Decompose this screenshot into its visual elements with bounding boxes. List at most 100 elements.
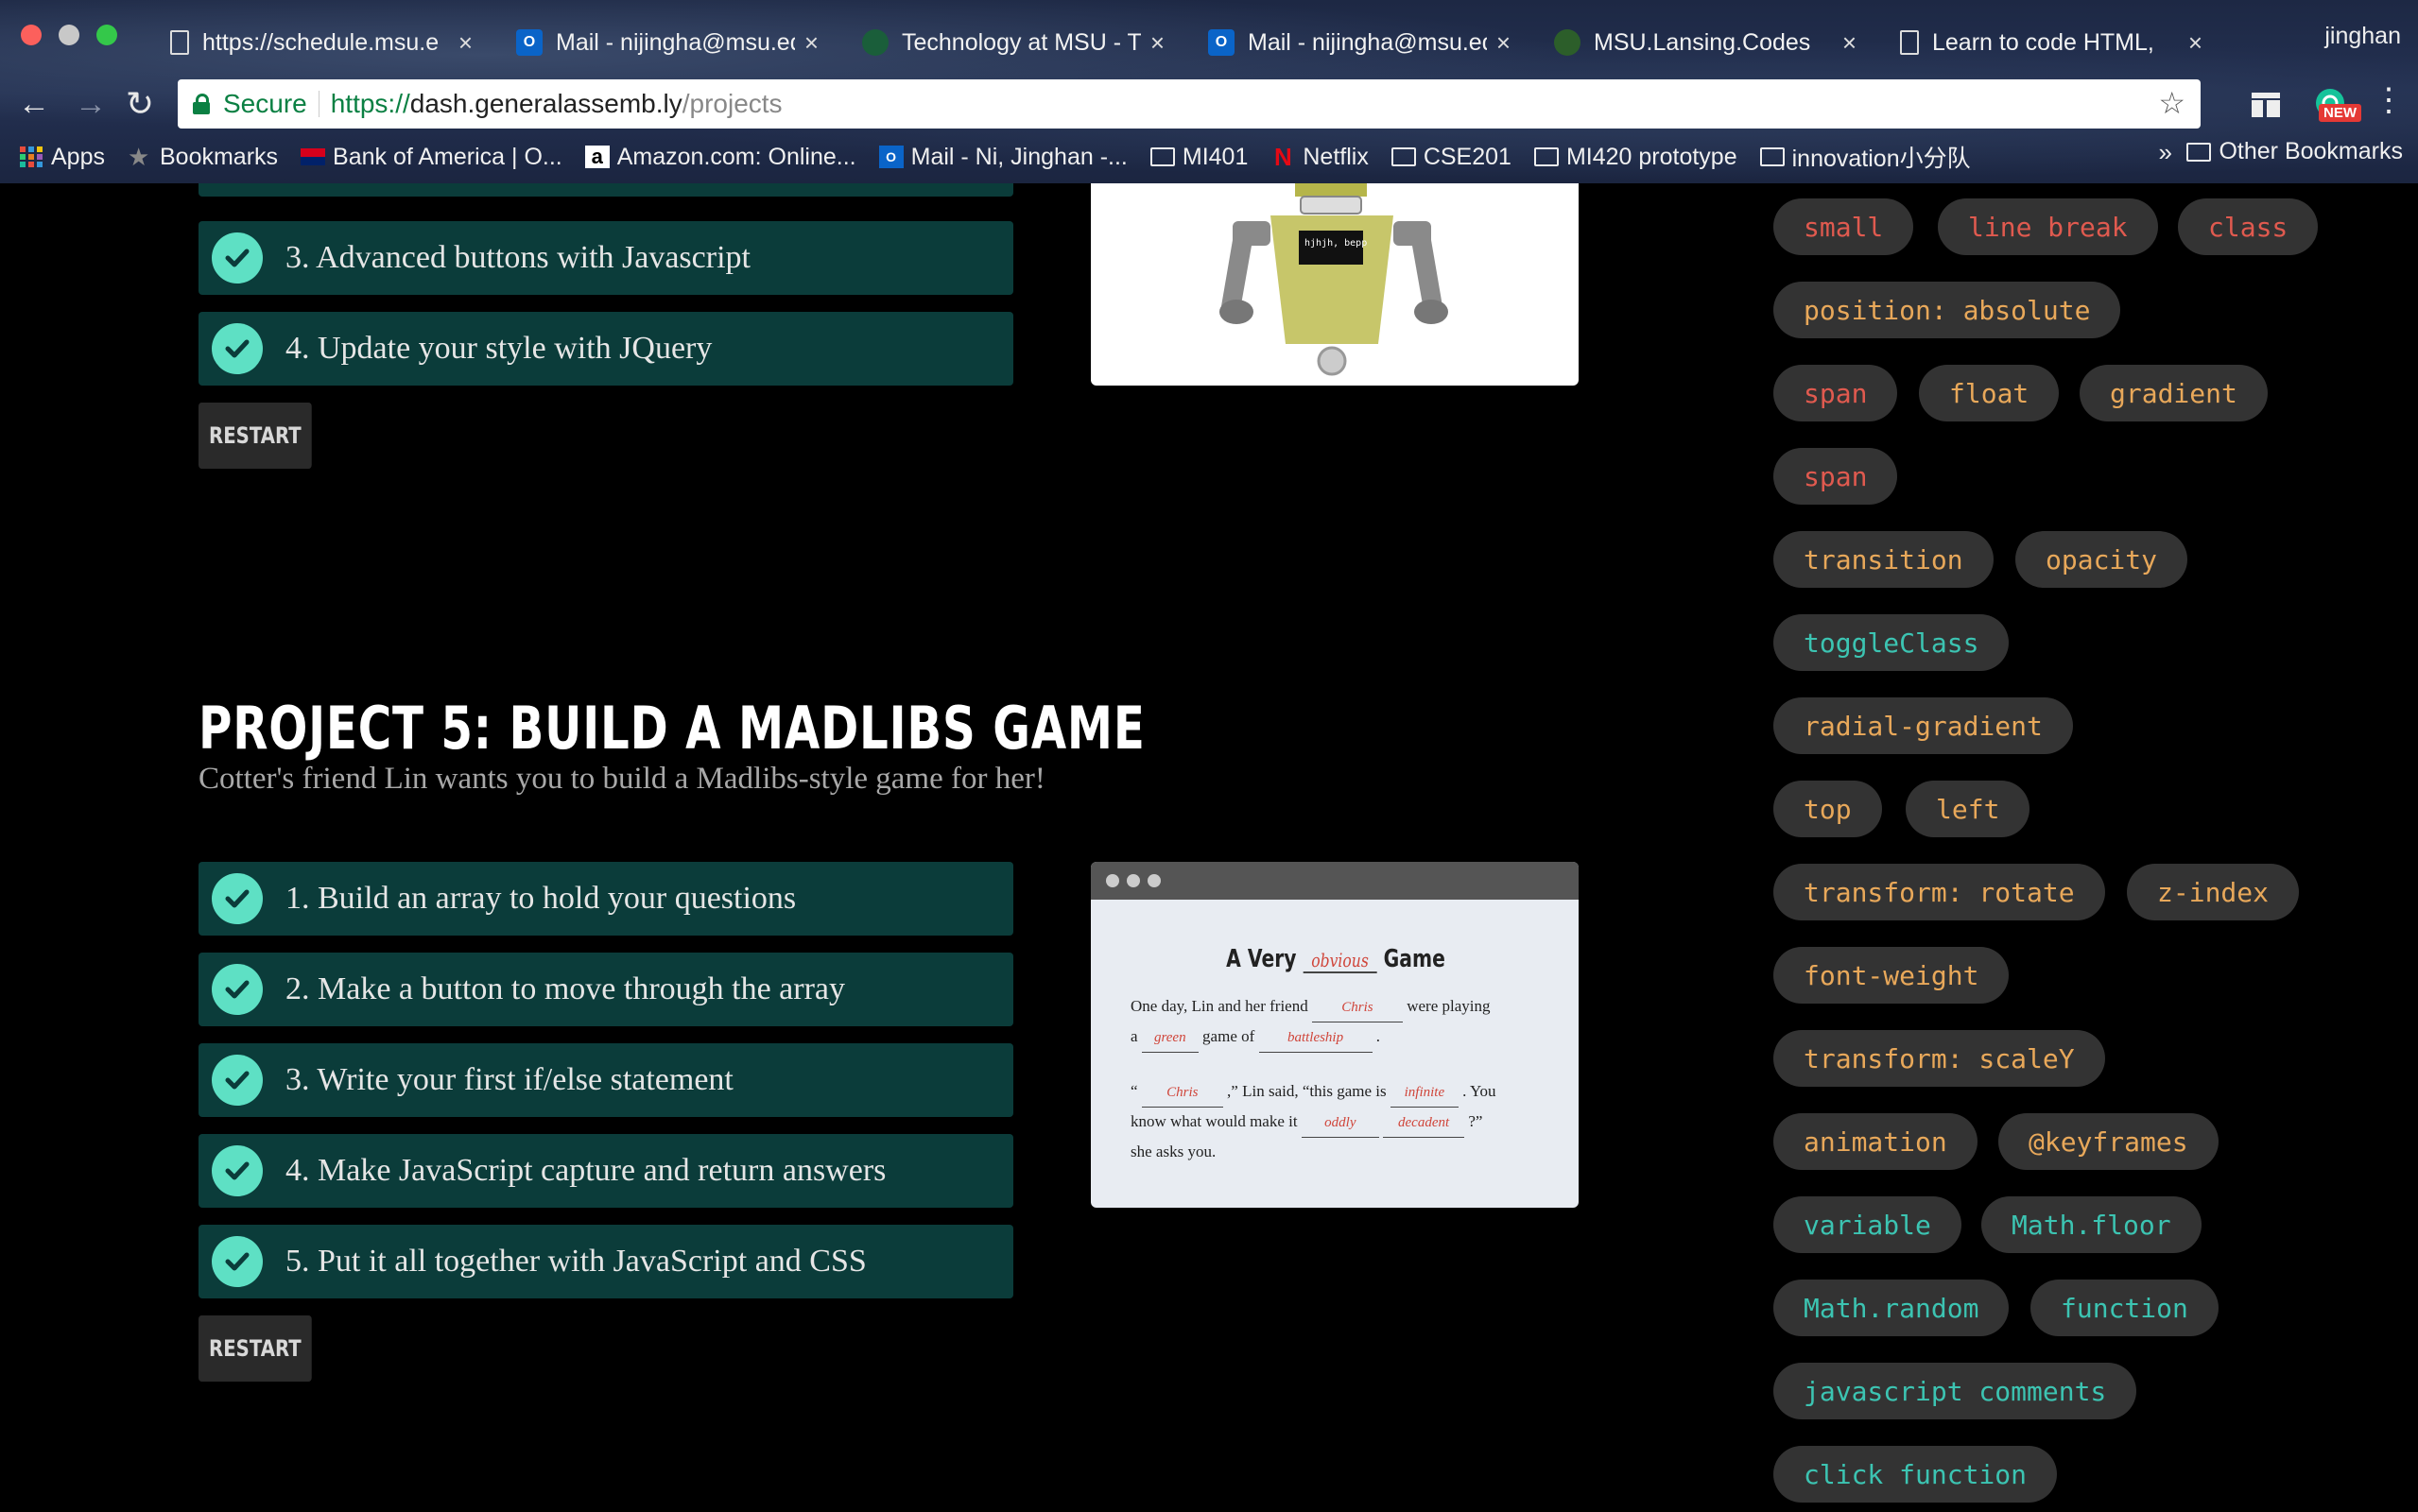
checkmark-icon [212, 1055, 263, 1106]
restart-button[interactable]: RESTART [199, 403, 312, 469]
back-arrow-icon[interactable]: ← [15, 85, 53, 123]
concept-tag[interactable]: opacity [2015, 531, 2188, 588]
concept-tag[interactable]: transform: rotate [1773, 864, 2105, 920]
concept-tag[interactable]: transform: scaleY [1773, 1030, 2105, 1087]
profile-name[interactable]: jinghan [2324, 23, 2401, 50]
browser-tab[interactable]: O Mail - nijingha@msu.ed × [1189, 13, 1529, 72]
tab-title: Technology at MSU - T [902, 28, 1141, 56]
apps-grid-icon [19, 146, 43, 168]
madlibs-blank: green [1141, 1023, 1199, 1053]
reload-icon[interactable]: ↻ [121, 85, 159, 123]
concept-tag[interactable]: transition [1773, 531, 1994, 588]
concept-tag[interactable]: top [1773, 781, 1882, 837]
bookmark-label: Bank of America | O... [333, 143, 562, 170]
concept-tag[interactable]: gradient [2080, 365, 2268, 421]
checkmark-icon [212, 1236, 263, 1287]
concept-tag[interactable]: span [1773, 448, 1898, 505]
task-item-completed[interactable]: 3. Advanced buttons with Javascript [199, 221, 1013, 295]
bookmark-folder-cse201[interactable]: CSE201 [1390, 144, 1511, 171]
story-text: know what would make it [1131, 1112, 1298, 1130]
story-text: she asks you. [1131, 1143, 1217, 1160]
url-scheme: https:// [330, 89, 410, 118]
bookmark-amazon[interactable]: a Amazon.com: Online... [584, 143, 856, 171]
concept-tag[interactable]: line break [1938, 198, 2158, 255]
browser-tab[interactable]: https://schedule.msu.e × [151, 13, 492, 72]
bookmark-netflix[interactable]: N Netflix [1270, 144, 1369, 171]
concept-tag[interactable]: @keyframes [1998, 1113, 2219, 1170]
close-window-button[interactable] [21, 25, 42, 45]
bookmark-folder-mi420[interactable]: MI420 prototype [1533, 144, 1737, 171]
task-item-completed[interactable]: 2. Make a button to move through the arr… [199, 953, 1013, 1026]
madlibs-line: “ Chris ,” Lin said, “this game is infin… [1131, 1077, 1541, 1108]
madlibs-line: know what would make it oddly decadent ?… [1131, 1108, 1541, 1138]
url-host: dash.generalassemb.ly [409, 89, 682, 118]
concept-tag[interactable]: z-index [2127, 864, 2300, 920]
bookmark-star-icon[interactable]: ☆ [2158, 85, 2185, 121]
browser-tab[interactable]: Learn to code HTML, × [1881, 13, 2221, 72]
task-item-completed[interactable]: 4. Make JavaScript capture and return an… [199, 1134, 1013, 1208]
address-bar[interactable]: Secure https:// dash.generalassemb.ly /p… [178, 79, 2201, 129]
tab-close-icon[interactable]: × [1842, 28, 1857, 58]
task-item-completed[interactable]: 1. Build an array to hold your questions [199, 862, 1013, 936]
concept-tag[interactable]: small [1773, 198, 1914, 255]
concept-tag[interactable]: toggleClass [1773, 614, 2010, 671]
project-5-preview-image: A Very obvious Game One day, Lin and her… [1091, 862, 1579, 1208]
concept-tag[interactable]: radial-gradient [1773, 697, 2073, 754]
tab-close-icon[interactable]: × [1150, 28, 1165, 58]
bookmark-label: MI401 [1182, 143, 1249, 170]
concept-tag[interactable]: javascript comments [1773, 1363, 2137, 1419]
maximize-window-button[interactable] [96, 25, 117, 45]
concept-tag[interactable]: float [1919, 365, 2060, 421]
concept-tag[interactable]: font-weight [1773, 947, 2010, 1004]
task-item-completed[interactable]: 3. Write your first if/else statement [199, 1043, 1013, 1117]
tab-close-icon[interactable]: × [1496, 28, 1511, 58]
chrome-menu-icon[interactable]: ⋮ [2373, 81, 2405, 119]
minimize-window-button[interactable] [59, 25, 79, 45]
tab-title: MSU.Lansing.Codes [1594, 28, 1811, 56]
tab-title: https://schedule.msu.e [202, 28, 440, 56]
task-item-completed[interactable]: 4. Update your style with JQuery [199, 312, 1013, 386]
reader-extension-icon[interactable] [2248, 87, 2284, 123]
concept-tag[interactable]: Math.random [1773, 1280, 2010, 1336]
bookmark-bank-of-america[interactable]: Bank of America | O... [301, 144, 562, 171]
task-item-completed[interactable]: 5. Put it all together with JavaScript a… [199, 1225, 1013, 1298]
bofa-icon [301, 148, 326, 165]
concept-tag[interactable]: function [2030, 1280, 2219, 1336]
forward-arrow-icon[interactable]: → [72, 85, 110, 123]
concept-tag[interactable]: left [1906, 781, 2030, 837]
tab-close-icon[interactable]: × [458, 28, 473, 58]
browser-tab-active[interactable]: MSU.Lansing.Codes × [1535, 13, 1875, 72]
madlibs-line: a green game of battleship . [1131, 1022, 1541, 1053]
concept-tag[interactable]: Math.floor [1981, 1196, 2202, 1253]
concept-tag[interactable]: class [2178, 198, 2319, 255]
folder-icon [1533, 147, 1559, 166]
bookmark-bookmarks[interactable]: ★ Bookmarks [128, 144, 278, 171]
outlook-icon: O [878, 146, 904, 168]
bookmark-folder-mi401[interactable]: MI401 [1149, 143, 1249, 171]
concept-tag[interactable]: span [1773, 365, 1898, 421]
browser-tab[interactable]: O Mail - nijingha@msu.ed × [497, 13, 838, 72]
bookmark-label: Amazon.com: Online... [616, 143, 856, 170]
madlibs-heading: A Very obvious Game [1176, 945, 1496, 973]
bookmark-mail[interactable]: O Mail - Ni, Jinghan -... [878, 144, 1128, 171]
other-bookmarks[interactable]: Other Bookmarks [2186, 138, 2403, 165]
window-dot-icon [1106, 874, 1119, 887]
restart-button[interactable]: RESTART [199, 1315, 312, 1382]
browser-tab[interactable]: Technology at MSU - T × [843, 13, 1183, 72]
project-4-preview-image: hjhjh, bepp [1091, 183, 1579, 386]
tab-close-icon[interactable]: × [2188, 28, 2202, 58]
checkmark-icon [212, 232, 263, 284]
bookmark-label: innovation小分队 [1791, 146, 1971, 172]
concept-tag[interactable]: variable [1773, 1196, 1961, 1253]
story-text: game of [1202, 1027, 1255, 1045]
new-badge: NEW [2319, 104, 2361, 122]
bookmarks-overflow-icon[interactable]: » [2159, 138, 2172, 167]
concept-tag[interactable]: click function [1773, 1446, 2058, 1503]
checkmark-icon [212, 873, 263, 924]
tab-close-icon[interactable]: × [804, 28, 819, 58]
bookmark-folder-innovation[interactable]: innovation小分队 [1759, 140, 1971, 174]
concept-tag[interactable]: animation [1773, 1113, 1978, 1170]
bookmark-apps[interactable]: Apps [19, 144, 105, 171]
concept-tag[interactable]: position: absolute [1773, 282, 2121, 338]
task-item-completed[interactable] [199, 183, 1013, 197]
